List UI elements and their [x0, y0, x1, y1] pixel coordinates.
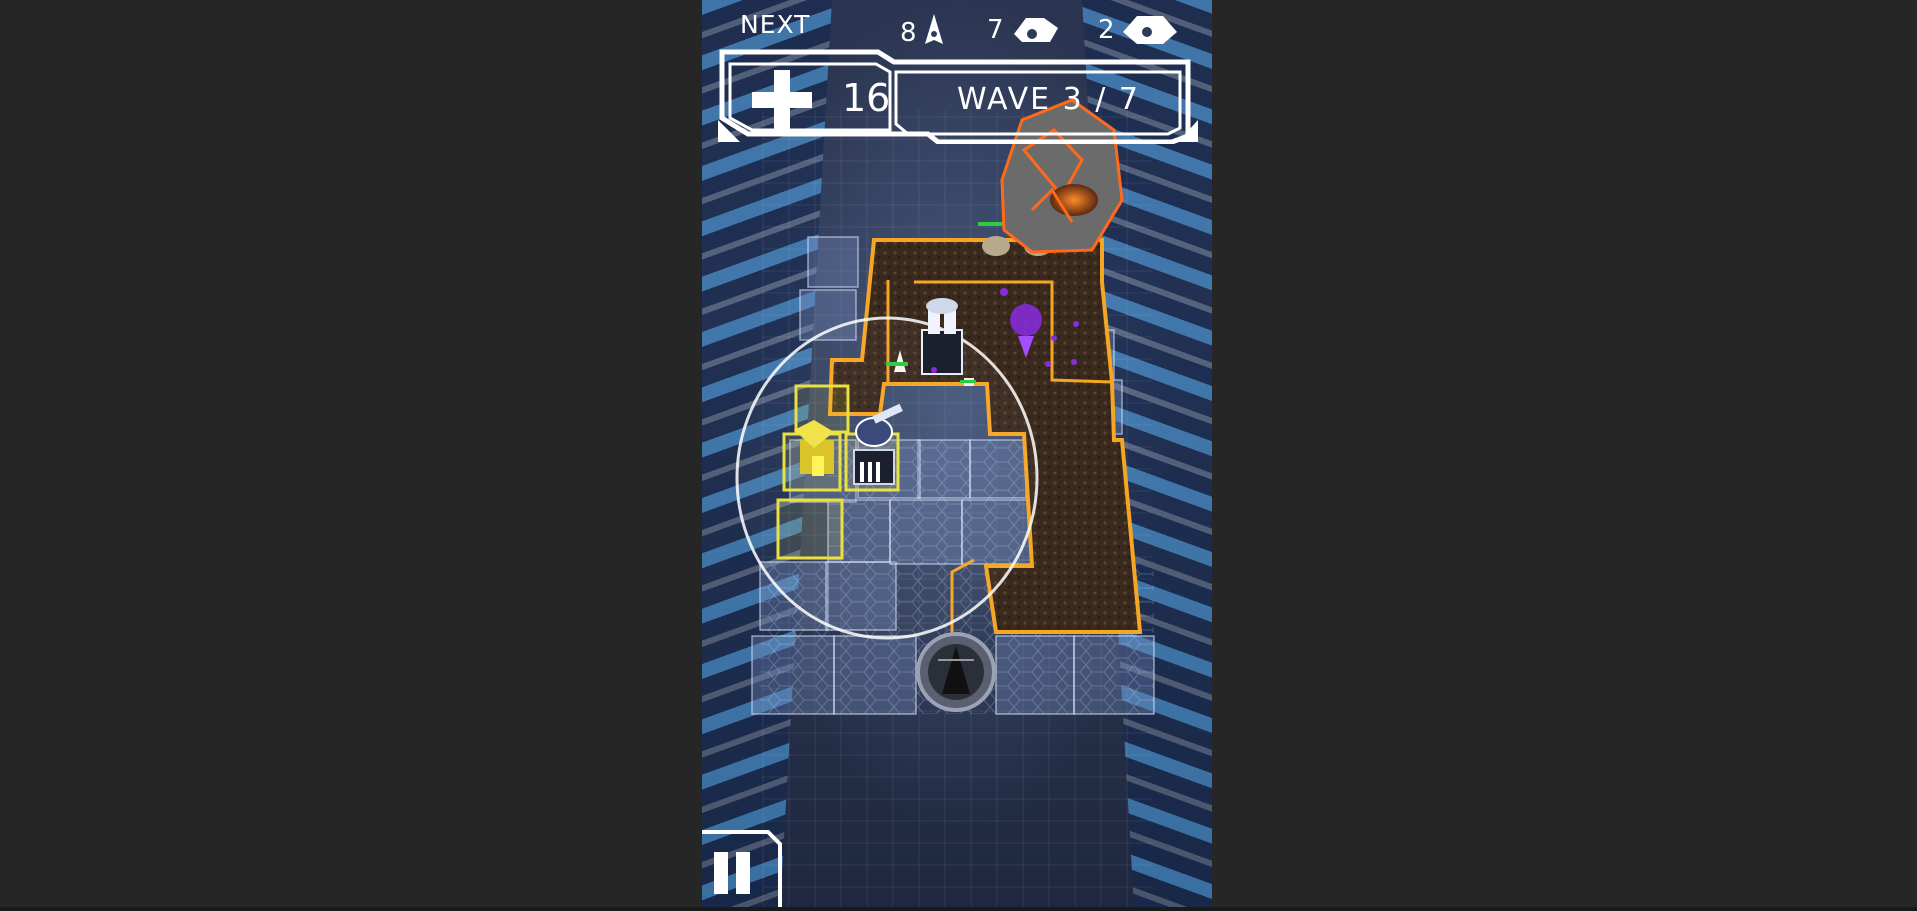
health-cross-icon — [752, 70, 812, 134]
pause-icon — [714, 852, 750, 894]
tank-enemy-count: 7 — [987, 15, 1004, 45]
tank-enemy-icon — [1010, 14, 1062, 46]
heavy-enemy-icon — [1121, 14, 1179, 46]
game-viewport[interactable]: NEXT 8 7 2 16 WAVE 3 / 7 — [702, 0, 1212, 907]
lives-count: 16 — [842, 76, 891, 120]
enemy-count-dart: 8 — [900, 14, 945, 52]
pause-button[interactable] — [702, 830, 784, 907]
player-base — [916, 632, 996, 712]
desktop-bottom-strip — [0, 907, 1917, 911]
wave-counter: WAVE 3 / 7 — [957, 82, 1140, 117]
top-hud: NEXT 8 7 2 16 WAVE 3 / 7 — [702, 0, 1212, 145]
enemy-count-tank: 7 — [987, 14, 1062, 46]
dart-enemy-count: 8 — [900, 18, 917, 48]
dart-enemy-icon — [923, 14, 945, 52]
next-wave-label: NEXT — [740, 10, 811, 39]
heavy-enemy-count: 2 — [1098, 15, 1115, 45]
gatling-tower[interactable] — [921, 298, 963, 375]
enemy-count-heavy: 2 — [1098, 14, 1179, 46]
